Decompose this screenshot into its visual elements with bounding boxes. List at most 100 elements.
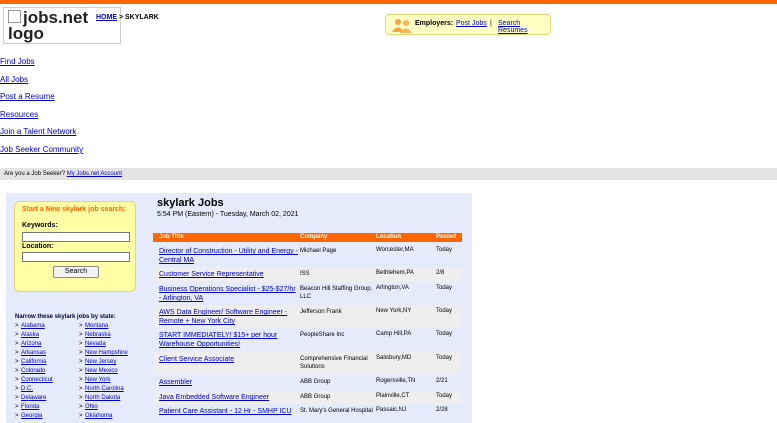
breadcrumb-current: SKYLARK: [125, 14, 159, 21]
job-title-link[interactable]: Assembler: [159, 378, 299, 387]
posted-cell: Today: [436, 308, 453, 314]
nav-talent-network[interactable]: Join a Talent Network: [0, 127, 76, 136]
arrow-icon: >: [79, 323, 83, 329]
header-company[interactable]: Company: [300, 233, 327, 242]
search-button[interactable]: Search: [53, 266, 99, 278]
location-cell: Salisbury,MD: [376, 355, 412, 361]
job-title-link[interactable]: Client Service Associate: [159, 355, 299, 364]
state-link[interactable]: North Dakota: [85, 395, 120, 401]
jobs-table-header: Job Title Company Location Posted: [153, 233, 462, 242]
date-line: 5:54 PM (Eastern) - Tuesday, March 02, 2…: [157, 211, 299, 218]
keywords-label: Keywords:: [22, 222, 58, 229]
nav-job-seeker-community[interactable]: Job Seeker Community: [0, 145, 83, 154]
posted-cell: Today: [436, 393, 453, 399]
company-cell: ABB Group: [300, 379, 331, 385]
arrow-icon: >: [15, 332, 19, 338]
location-input[interactable]: [22, 252, 130, 262]
arrow-icon: >: [79, 341, 83, 347]
state-link[interactable]: New Jersey: [85, 359, 116, 365]
search-resumes-link[interactable]: Search Resumes: [498, 20, 550, 34]
broken-image-icon: [8, 10, 21, 23]
employers-label: Employers:: [415, 20, 454, 27]
job-title-link[interactable]: Business Operations Specialist - $25-$27…: [159, 285, 299, 303]
state-link[interactable]: Alabama: [21, 323, 45, 329]
breadcrumb-separator: >: [118, 14, 124, 21]
state-link[interactable]: New Mexico: [85, 368, 118, 374]
arrow-icon: >: [79, 413, 83, 419]
table-row: Java Embedded Software Engineer ABB Grou…: [153, 391, 462, 404]
location-cell: Bethlehem,PA: [376, 270, 414, 276]
nav-resources[interactable]: Resources: [0, 110, 38, 119]
breadcrumb-home-link[interactable]: HOME: [96, 14, 117, 21]
location-cell: Arlington,VA: [376, 285, 409, 291]
employers-separator: |: [490, 20, 492, 27]
nav-post-resume[interactable]: Post a Resume: [0, 92, 55, 101]
arrow-icon: >: [15, 413, 19, 419]
arrow-icon: >: [15, 359, 19, 365]
company-cell: Michael Page: [300, 248, 337, 254]
keywords-input[interactable]: [22, 232, 130, 242]
state-link[interactable]: California: [21, 359, 46, 365]
job-title-link[interactable]: Patient Care Assistant - 12 Hr - SMHP IC…: [159, 407, 299, 416]
posted-cell: Today: [436, 355, 453, 361]
location-cell: Rogersville,TN: [376, 378, 416, 384]
header-posted[interactable]: Posted: [436, 233, 456, 242]
state-link[interactable]: Oklahoma: [85, 413, 112, 419]
top-accent-bar: [0, 0, 777, 4]
state-link[interactable]: Florida: [21, 404, 39, 410]
state-link[interactable]: Alaska: [21, 332, 39, 338]
state-link[interactable]: Nebraska: [85, 332, 111, 338]
table-row: AWS Data Engineer/ Software Engineer - R…: [153, 306, 462, 328]
arrow-icon: >: [15, 386, 19, 392]
posted-cell: 2/8: [436, 270, 445, 276]
page-title: skylark Jobs: [157, 197, 224, 209]
state-link[interactable]: D.C.: [21, 386, 33, 392]
table-row: Client Service Associate Comprehensive F…: [153, 352, 462, 374]
state-link[interactable]: Georgia: [21, 413, 42, 419]
header-job-title[interactable]: Job Title: [159, 233, 184, 242]
state-link[interactable]: New Hampshire: [85, 350, 128, 356]
arrow-icon: >: [79, 332, 83, 338]
state-link[interactable]: North Carolina: [85, 386, 124, 392]
table-row: Business Operations Specialist - $25-$27…: [153, 283, 462, 305]
arrow-icon: >: [15, 377, 19, 383]
employers-box: Employers: Post Jobs | Search Resumes: [385, 14, 551, 35]
state-link[interactable]: Arkansas: [21, 350, 46, 356]
company-cell: Comprehensive Financial Solutions: [300, 356, 368, 370]
state-link[interactable]: Nevada: [85, 341, 106, 347]
state-link[interactable]: Ohio: [85, 404, 98, 410]
post-jobs-link[interactable]: Post Jobs: [456, 20, 487, 27]
nav-all-jobs[interactable]: All Jobs: [0, 75, 28, 84]
arrow-icon: >: [79, 395, 83, 401]
arrow-icon: >: [79, 404, 83, 410]
arrow-icon: >: [15, 395, 19, 401]
company-cell: ABB Group: [300, 394, 331, 400]
posted-cell: 2/21: [436, 378, 448, 384]
breadcrumb: HOME > SKYLARK: [96, 14, 159, 21]
job-title-link[interactable]: Java Embedded Software Engineer: [159, 393, 299, 402]
search-box-title: Start a New skylark job search:: [22, 206, 126, 213]
state-link[interactable]: Montana: [85, 323, 108, 329]
narrow-by-state-title: Narrow these skylark jobs by state:: [15, 314, 116, 320]
location-cell: Plainville,CT: [376, 393, 410, 399]
state-link[interactable]: New York: [85, 377, 110, 383]
state-link[interactable]: Arizona: [21, 341, 41, 347]
location-cell: New York,NY: [376, 308, 412, 314]
arrow-icon: >: [15, 341, 19, 347]
job-title-link[interactable]: Director of Construction - Utility and E…: [159, 247, 299, 265]
table-row: Director of Construction - Utility and E…: [153, 245, 462, 266]
posted-cell: Today: [436, 285, 453, 291]
job-title-link[interactable]: START IMMEDIATELY! $15+ per hour Warehou…: [159, 331, 299, 349]
jobs-net-logo[interactable]: jobs.net logo: [3, 7, 121, 44]
job-title-link[interactable]: Customer Service Representative: [159, 270, 299, 279]
arrow-icon: >: [15, 368, 19, 374]
state-link[interactable]: Connecticut: [21, 377, 53, 383]
header-location[interactable]: Location: [376, 233, 401, 242]
my-account-link[interactable]: My Jobs.net Account: [67, 171, 122, 177]
arrow-icon: >: [15, 404, 19, 410]
location-cell: Worcester,MA: [376, 247, 414, 253]
nav-find-jobs[interactable]: Find Jobs: [0, 57, 35, 66]
job-title-link[interactable]: AWS Data Engineer/ Software Engineer - R…: [159, 308, 299, 326]
state-link[interactable]: Colorado: [21, 368, 45, 374]
state-link[interactable]: Delaware: [21, 395, 46, 401]
